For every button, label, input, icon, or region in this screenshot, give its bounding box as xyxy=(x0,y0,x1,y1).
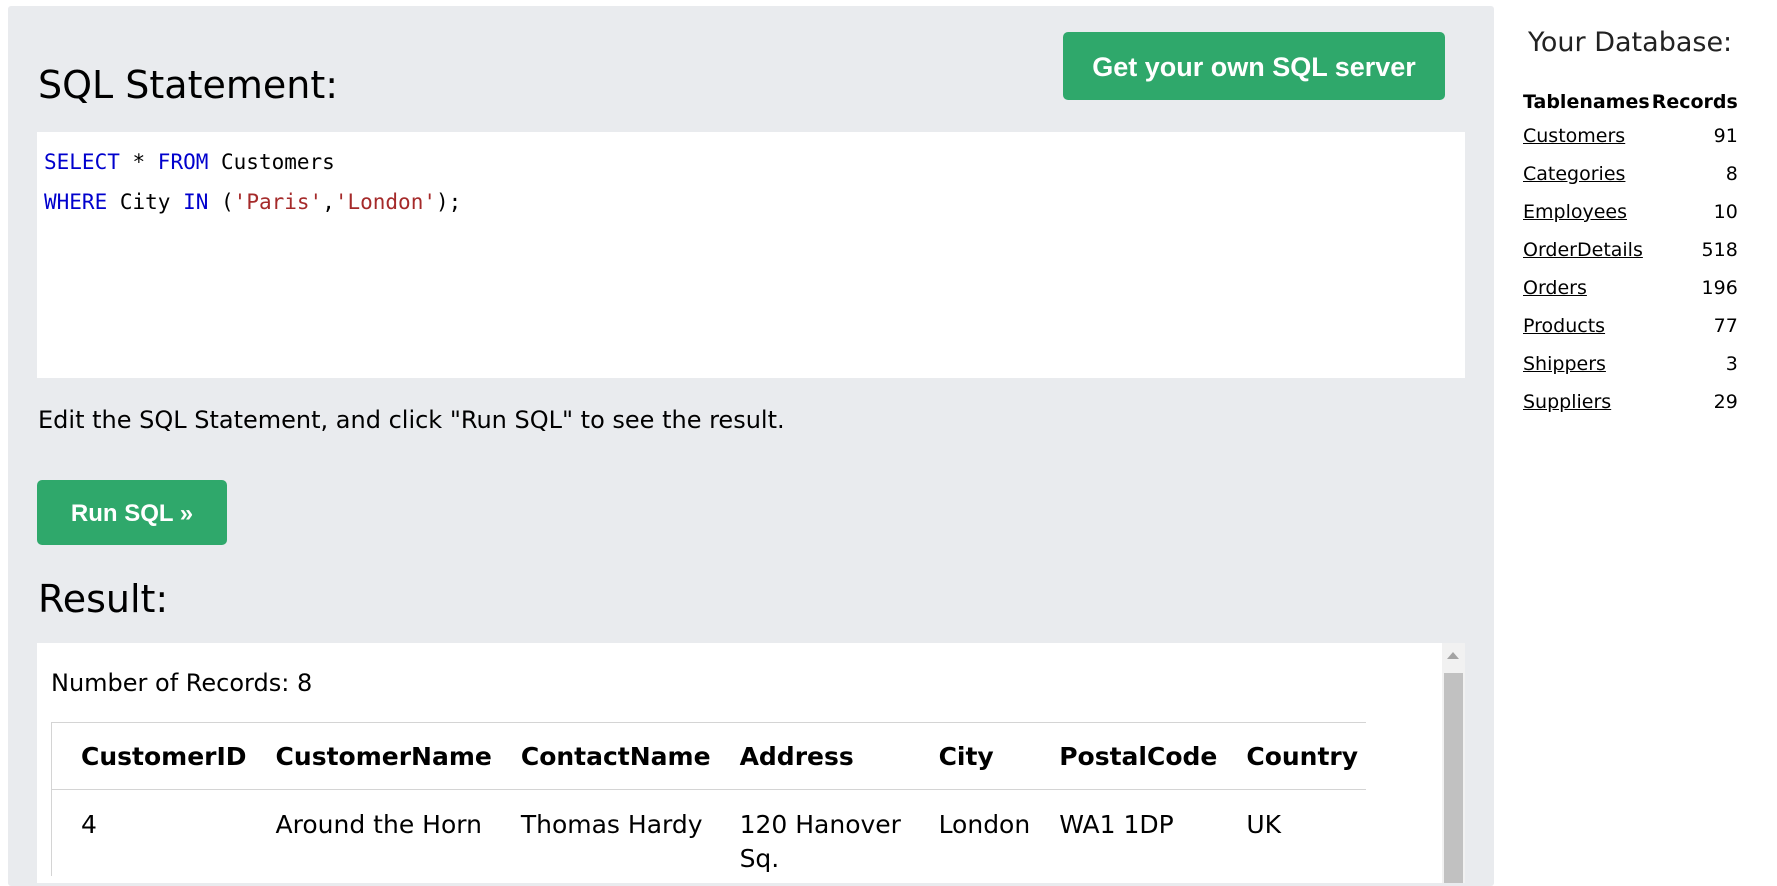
column-header: Address xyxy=(710,722,910,790)
list-item: OrderDetails 518 xyxy=(1523,231,1740,269)
cell-postal-code: WA1 1DP xyxy=(1059,810,1174,839)
table-link-customers[interactable]: Customers xyxy=(1523,125,1625,147)
record-count-value: 518 xyxy=(1701,239,1738,261)
database-sidebar: Your Database: Tablenames Records Custom… xyxy=(1520,0,1777,865)
scroll-thumb[interactable] xyxy=(1444,673,1463,883)
sql-text: ( xyxy=(208,190,234,214)
list-item: Employees 10 xyxy=(1523,193,1740,231)
sql-string: 'London' xyxy=(334,190,436,214)
result-table: CustomerID CustomerName ContactName Addr… xyxy=(50,722,1367,876)
result-heading: Result: xyxy=(38,577,169,621)
sql-text: , xyxy=(322,190,335,214)
table-link-orderdetails[interactable]: OrderDetails xyxy=(1523,239,1643,261)
cell-contact-name: Thomas Hardy xyxy=(520,810,703,839)
sql-editor[interactable]: SELECT * FROM Customers WHERE City IN ('P… xyxy=(37,132,1465,378)
tablenames-header: Tablenames xyxy=(1523,91,1650,113)
record-count-value: 77 xyxy=(1713,315,1738,337)
sql-keyword: SELECT xyxy=(44,150,120,174)
table-link-suppliers[interactable]: Suppliers xyxy=(1523,391,1611,413)
cell-address: 120 Hanover Sq. xyxy=(739,810,901,873)
sql-text: City xyxy=(107,190,184,214)
list-item: Products 77 xyxy=(1523,307,1740,345)
record-count-value: 3 xyxy=(1725,353,1738,375)
list-item: Shippers 3 xyxy=(1523,345,1740,383)
column-header: CustomerName xyxy=(246,722,492,790)
column-header: City xyxy=(909,722,1031,790)
table-header-row: CustomerID CustomerName ContactName Addr… xyxy=(50,722,1367,790)
instructions-text: Edit the SQL Statement, and click "Run S… xyxy=(38,406,785,434)
sql-keyword: IN xyxy=(183,190,209,214)
record-count-value: 29 xyxy=(1713,391,1738,413)
scroll-up-arrow-icon[interactable] xyxy=(1447,652,1459,659)
cell-city: London xyxy=(938,810,1031,839)
get-your-own-sql-server-button[interactable]: Get your own SQL server xyxy=(1063,32,1445,100)
cell-customer-name: Around the Horn xyxy=(275,810,482,839)
table-link-products[interactable]: Products xyxy=(1523,315,1605,337)
sql-line-1: SELECT * FROM Customers xyxy=(44,142,1458,182)
sidebar-title: Your Database: xyxy=(1528,27,1733,58)
list-item: Categories 8 xyxy=(1523,155,1740,193)
record-count-value: 91 xyxy=(1713,125,1738,147)
records-header: Records xyxy=(1651,91,1738,113)
table-row: 4 Around the Horn Thomas Hardy 120 Hanov… xyxy=(50,789,1367,876)
cell-country: UK xyxy=(1246,810,1282,839)
sql-text: Customers xyxy=(208,150,335,174)
record-count-value: 10 xyxy=(1713,201,1738,223)
record-count: Number of Records: 8 xyxy=(51,669,313,697)
main-panel: SQL Statement: Get your own SQL server S… xyxy=(8,6,1494,886)
column-header: Country xyxy=(1217,722,1367,790)
table-link-orders[interactable]: Orders xyxy=(1523,277,1587,299)
vertical-scrollbar[interactable] xyxy=(1442,643,1465,883)
column-header: ContactName xyxy=(491,722,711,790)
result-panel[interactable]: Number of Records: 8 CustomerID Customer… xyxy=(37,643,1465,883)
sql-statement-heading: SQL Statement: xyxy=(38,63,339,107)
column-header: CustomerID xyxy=(50,722,247,790)
table-link-categories[interactable]: Categories xyxy=(1523,163,1625,185)
run-sql-button[interactable]: Run SQL » xyxy=(37,480,227,545)
sql-line-2: WHERE City IN ('Paris','London'); xyxy=(44,182,1458,222)
record-count-value: 8 xyxy=(1725,163,1738,185)
sql-string: 'Paris' xyxy=(233,190,323,214)
database-tables-list: Tablenames Records Customers 91 Categorie… xyxy=(1523,87,1740,421)
list-item: Orders 196 xyxy=(1523,269,1740,307)
table-link-shippers[interactable]: Shippers xyxy=(1523,353,1606,375)
sql-text: * xyxy=(119,150,158,174)
sql-text: ); xyxy=(436,190,462,214)
sql-keyword: FROM xyxy=(157,150,209,174)
sql-keyword: WHERE xyxy=(44,190,108,214)
table-link-employees[interactable]: Employees xyxy=(1523,201,1627,223)
list-item: Customers 91 xyxy=(1523,117,1740,155)
list-item: Suppliers 29 xyxy=(1523,383,1740,421)
column-header: PostalCode xyxy=(1030,722,1218,790)
db-table-header-row: Tablenames Records xyxy=(1523,87,1740,117)
cell-customer-id: 4 xyxy=(50,789,247,876)
record-count-value: 196 xyxy=(1701,277,1738,299)
